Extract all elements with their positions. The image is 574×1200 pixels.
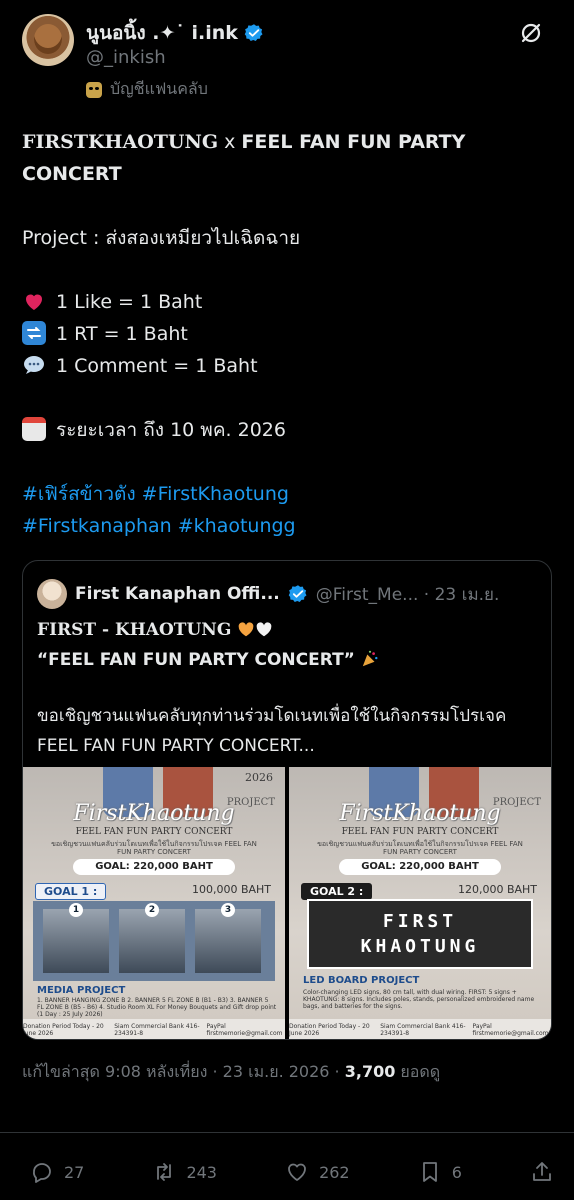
quoted-post[interactable]: First Kanaphan Offi... @First_Me... · 23… (22, 560, 552, 1040)
bookmark-button[interactable]: 6 (418, 1160, 462, 1184)
account-type-text: บัญชีแฟนคลับ (110, 79, 208, 98)
mask-icon (86, 81, 102, 98)
post-title: FIRSTKHAOTUNG x FEEL FAN FUN PARTY CONCE… (22, 131, 466, 185)
edited-timestamp[interactable]: แก้ไขล่าสุด 9:08 หลังเที่ยง · 23 เม.ย. 2… (22, 1062, 345, 1081)
poster-media-list: 1. BANNER HANGING ZONE B 2. BANNER 5 FL … (37, 997, 277, 1018)
bookmark-count: 6 (451, 1162, 462, 1182)
reply-icon (33, 1163, 51, 1183)
party-icon (362, 650, 378, 667)
post-body: FIRSTKHAOTUNG x FEEL FAN FUN PARTY CONCE… (22, 126, 552, 542)
photo-number: 2 (145, 903, 159, 917)
hashtags-line-2[interactable]: #Firstkanaphan #khaotungg (22, 510, 552, 542)
reply-count: 27 (64, 1162, 85, 1182)
repeat-icon (22, 321, 46, 345)
like-line: 1 Like = 1 Baht (22, 286, 552, 318)
venue-photo-3: 3 (195, 903, 261, 973)
poster-year: 2026 (245, 771, 273, 784)
poster-led-description: Color-changing LED signs, 80 cm tall, wi… (303, 989, 535, 1010)
repost-icon (157, 1163, 172, 1181)
poster-goal-label: GOAL 2 : (301, 883, 373, 900)
poster-invite-text: ขอเชิญชวนแฟนคลับร่วมโดเนทเพื่อใช้ในกิจกร… (51, 840, 257, 856)
quoted-post-header: First Kanaphan Offi... @First_Me... · 23… (37, 577, 537, 611)
post-meta: แก้ไขล่าสุด 9:08 หลังเที่ยง · 23 เม.ย. 2… (22, 1060, 440, 1085)
like-count: 262 (319, 1162, 350, 1182)
period-line: ระยะเวลา ถึง 10 พค. 2026 (22, 414, 552, 446)
action-bar: 27 243 262 6 (30, 1158, 554, 1186)
post-header: นูนอนิ้ง .✦˙ i.ink @_inkish บัญชีแฟนคลับ (22, 14, 552, 104)
account-type-label: บัญชีแฟนคลับ (86, 77, 208, 102)
display-name[interactable]: นูนอนิ้ง .✦˙ i.ink (86, 18, 238, 48)
project-line: Project : ส่งสองเหมียวไปเฉิดฉาย (22, 227, 301, 249)
avatar[interactable] (22, 14, 74, 66)
poster-media-project[interactable]: 2026 PROJECT FirstKhaotung FEEL FAN FUN … (23, 767, 285, 1039)
orange-heart-icon (238, 622, 254, 637)
views-count: 3,700 (344, 1062, 396, 1081)
like-icon (288, 1163, 306, 1181)
handle[interactable]: @_inkish (86, 47, 166, 68)
poster-goal-amount: 120,000 BAHT (457, 883, 537, 896)
poster-footer: Donation Period Today - 20 June 2026 Sia… (23, 1019, 285, 1039)
repost-button[interactable]: 243 (152, 1160, 217, 1184)
quoted-title: FIRST - KHAOTUNG (37, 615, 537, 645)
like-button[interactable]: 262 (285, 1160, 350, 1184)
poster-brand: FirstKhaotung (339, 801, 501, 826)
venue-photo-2: 2 (119, 903, 185, 973)
comment-icon (24, 356, 44, 374)
poster-footer: Donation Period Today - 20 June 2026 Sia… (289, 1019, 551, 1039)
photo-number: 3 (221, 903, 235, 917)
repost-count: 243 (186, 1162, 217, 1182)
name-row: นูนอนิ้ง .✦˙ i.ink (86, 18, 264, 48)
photo-number: 1 (69, 903, 83, 917)
reply-button[interactable]: 27 (30, 1160, 84, 1184)
quoted-text: FIRST - KHAOTUNG “FEEL FAN FUN PARTY CON… (37, 615, 537, 761)
poster-photo-panel: 1 2 3 (33, 901, 275, 981)
poster-goal-total: GOAL: 220,000 BAHT (73, 859, 235, 875)
rt-line: 1 RT = 1 Baht (22, 318, 552, 350)
poster-media-title: MEDIA PROJECT (37, 985, 126, 996)
share-icon (533, 1162, 551, 1181)
poster-goal-amount: 100,000 BAHT (191, 883, 271, 896)
poster-goal-label: GOAL 1 : (35, 883, 107, 900)
quoted-avatar[interactable] (37, 579, 67, 609)
led-word-khaotung: KHAOTUNG (360, 936, 480, 957)
verified-icon (288, 585, 307, 602)
white-heart-icon (256, 622, 272, 637)
poster-goal-total: GOAL: 220,000 BAHT (339, 859, 501, 875)
grok-icon[interactable] (518, 20, 544, 46)
poster-concert-name: FEEL FAN FUN PARTY CONCERT (341, 827, 499, 837)
poster-invite-text: ขอเชิญชวนแฟนคลับร่วมโดเนทเพื่อใช้ในกิจกร… (317, 840, 523, 856)
poster-led-project[interactable]: PROJECT FirstKhaotung FEEL FAN FUN PARTY… (289, 767, 551, 1039)
divider (0, 1132, 574, 1133)
poster-concert-name: FEEL FAN FUN PARTY CONCERT (75, 827, 233, 837)
bookmark-icon (422, 1162, 437, 1182)
poster-brand: FirstKhaotung (73, 801, 235, 826)
share-button[interactable] (530, 1160, 554, 1184)
led-word-first: FIRST (382, 911, 458, 932)
venue-photo-1: 1 (43, 903, 109, 973)
led-sign-preview: FIRST KHAOTUNG (307, 899, 533, 969)
comment-line: 1 Comment = 1 Baht (22, 350, 552, 382)
verified-icon (244, 24, 263, 41)
quoted-display-name[interactable]: First Kanaphan Offi... (75, 584, 280, 604)
calendar-icon (22, 417, 46, 441)
heart-icon (26, 294, 42, 310)
poster-led-title: LED BOARD PROJECT (303, 975, 420, 986)
quoted-body: ขอเชิญชวนแฟนคลับทุกท่านร่วมโดเนทเพื่อใช้… (37, 706, 507, 756)
quoted-subtitle: “FEEL FAN FUN PARTY CONCERT” (37, 645, 537, 675)
quoted-handle-time: @First_Me... · 23 เม.ย. (315, 584, 500, 605)
views-label: ยอดดู (395, 1062, 441, 1081)
hashtags-line-1[interactable]: #เฟิร์สข้าวตัง #FirstKhaotung (22, 478, 552, 510)
